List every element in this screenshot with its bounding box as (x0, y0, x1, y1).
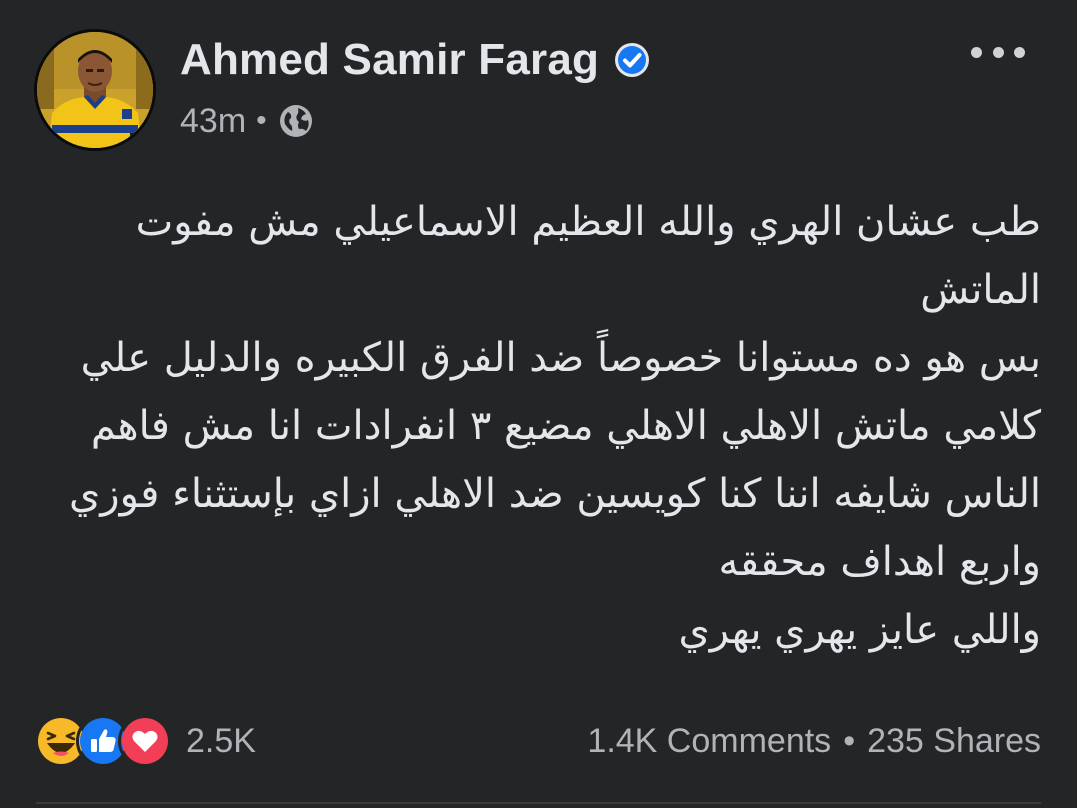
engagement-stats: 1.4K Comments • 235 Shares (587, 716, 1041, 766)
globe-icon[interactable] (279, 104, 313, 138)
post-text: طب عشان الهري والله العظيم الاسماعيلي مش… (41, 188, 1041, 664)
reaction-count[interactable]: 2.5K (186, 722, 256, 761)
profile-picture (37, 32, 153, 148)
facebook-post: Ahmed Samir Farag 43m • طب عشان الهري وا… (0, 0, 1077, 808)
more-options-icon[interactable] (971, 34, 1025, 70)
love-reaction-icon (118, 714, 172, 768)
comments-count[interactable]: 1.4K Comments (587, 722, 831, 761)
post-timestamp[interactable]: 43m (180, 102, 246, 141)
more-dot (992, 46, 1004, 58)
stats-separator: • (843, 721, 856, 760)
post-line: طب عشان الهري والله العظيم الاسماعيلي مش… (135, 199, 1041, 245)
post-line: الناس شايفه اننا كنا كويسين ضد الاهلي از… (68, 471, 1041, 517)
verified-badge-icon (613, 41, 651, 79)
post-line: واللي عايز يهري يهري (678, 607, 1042, 653)
more-dot (1014, 46, 1025, 58)
post-line: كلامي ماتش الاهلي الاهلي مضيع ٣ انفرادات… (90, 403, 1041, 449)
post-meta: 43m • (180, 100, 313, 142)
post-line: الماتش (920, 267, 1041, 313)
avatar[interactable] (34, 29, 156, 151)
divider (36, 802, 1041, 804)
more-dot (971, 46, 982, 58)
post-line: واربع اهداف محققه (718, 539, 1041, 585)
meta-separator: • (256, 104, 267, 137)
author-row: Ahmed Samir Farag (180, 30, 651, 90)
shares-count[interactable]: 235 Shares (867, 722, 1041, 761)
post-line: بس هو ده مستوانا خصوصاً ضد الفرق الكبيره… (80, 335, 1041, 381)
reactions-summary[interactable]: 2.5K (34, 714, 256, 768)
author-name[interactable]: Ahmed Samir Farag (180, 35, 599, 85)
